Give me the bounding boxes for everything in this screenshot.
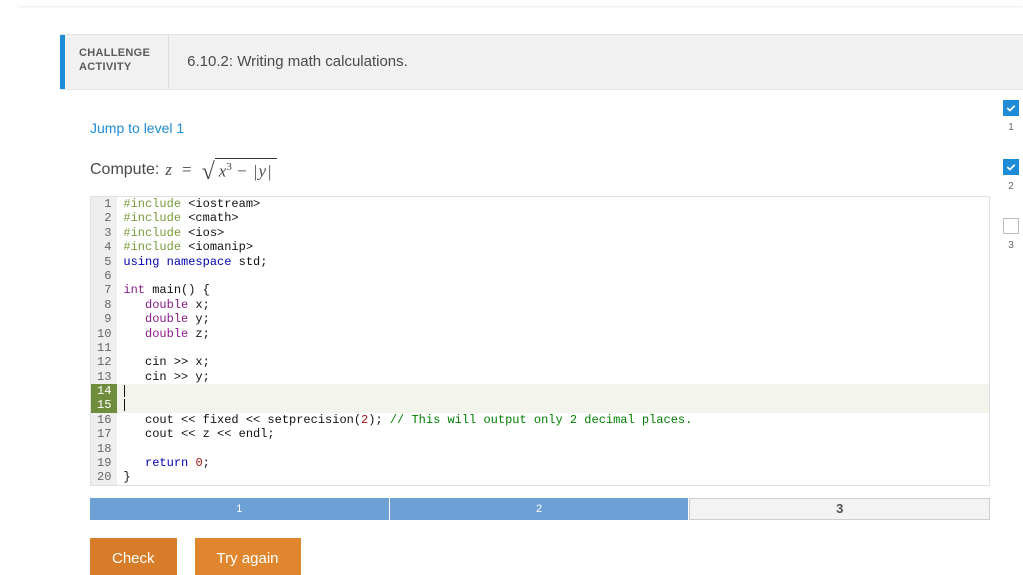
- line-number: 5: [91, 255, 117, 269]
- code-line[interactable]: cin >> x;: [117, 355, 989, 369]
- code-line[interactable]: [117, 269, 989, 283]
- line-number: 1: [91, 197, 117, 211]
- code-line[interactable]: cout << fixed << setprecision(2); // Thi…: [117, 413, 989, 427]
- sqrt-icon: √: [202, 160, 215, 184]
- code-line[interactable]: #include <iostream>: [117, 197, 989, 211]
- code-line[interactable]: [117, 398, 989, 412]
- step-3[interactable]: 3: [689, 498, 990, 520]
- code-line[interactable]: return 0;: [117, 456, 989, 470]
- code-line[interactable]: double y;: [117, 312, 989, 326]
- compute-label: Compute:: [90, 161, 159, 179]
- activity-kind-line2: ACTIVITY: [79, 61, 150, 75]
- step-swiper: 1 2 3: [90, 498, 990, 520]
- line-number: 20: [91, 470, 117, 484]
- top-divider: [18, 0, 1023, 6]
- line-number: 7: [91, 283, 117, 297]
- line-number: 11: [91, 341, 117, 355]
- line-number: 18: [91, 442, 117, 456]
- check-button[interactable]: Check: [90, 538, 177, 575]
- progress-check-2[interactable]: [1003, 159, 1019, 175]
- activity-header: CHALLENGE ACTIVITY 6.10.2: Writing math …: [60, 34, 1023, 90]
- code-line[interactable]: [117, 384, 989, 398]
- code-line[interactable]: [117, 442, 989, 456]
- rad-y: y: [258, 162, 266, 181]
- code-line[interactable]: using namespace std;: [117, 255, 989, 269]
- line-number: 15: [91, 398, 117, 412]
- progress-num-3: 3: [1008, 240, 1014, 251]
- code-line[interactable]: #include <iomanip>: [117, 240, 989, 254]
- line-number: 14: [91, 384, 117, 398]
- progress-check-3[interactable]: [1003, 218, 1019, 234]
- code-line[interactable]: double x;: [117, 298, 989, 312]
- compute-equals: =: [178, 160, 196, 180]
- line-number: 9: [91, 312, 117, 326]
- code-line[interactable]: #include <cmath>: [117, 211, 989, 225]
- button-row: Check Try again: [90, 538, 1023, 575]
- progress-num-2: 2: [1008, 181, 1014, 192]
- line-number: 12: [91, 355, 117, 369]
- progress-rail: 1 2 3: [999, 100, 1023, 251]
- check-icon: [1005, 161, 1017, 173]
- step-2[interactable]: 2: [390, 498, 690, 520]
- code-line[interactable]: double z;: [117, 327, 989, 341]
- line-number: 6: [91, 269, 117, 283]
- activity-kind-line1: CHALLENGE: [79, 47, 150, 61]
- compute-var-z: z: [165, 160, 172, 180]
- step-1[interactable]: 1: [90, 498, 390, 520]
- compute-prompt: Compute: z = √ x3 − |y|: [90, 158, 1023, 182]
- code-line[interactable]: cout << z << endl;: [117, 427, 989, 441]
- check-icon: [1005, 102, 1017, 114]
- try-again-button[interactable]: Try again: [195, 538, 301, 575]
- activity-kind: CHALLENGE ACTIVITY: [65, 35, 169, 89]
- gutter: 1234567891011121314151617181920: [91, 197, 117, 485]
- line-number: 8: [91, 298, 117, 312]
- code-line[interactable]: int main() {: [117, 283, 989, 297]
- code-line[interactable]: #include <ios>: [117, 226, 989, 240]
- line-number: 10: [91, 327, 117, 341]
- line-number: 17: [91, 427, 117, 441]
- code-body[interactable]: #include <iostream>#include <cmath>#incl…: [117, 197, 989, 485]
- compute-radicand: x3 − |y|: [215, 158, 277, 182]
- code-line[interactable]: }: [117, 470, 989, 484]
- line-number: 4: [91, 240, 117, 254]
- line-number: 16: [91, 413, 117, 427]
- jump-to-level-link[interactable]: Jump to level 1: [90, 120, 184, 136]
- line-number: 13: [91, 370, 117, 384]
- rad-minus: −: [232, 162, 252, 181]
- progress-check-1[interactable]: [1003, 100, 1019, 116]
- code-line[interactable]: [117, 341, 989, 355]
- line-number: 19: [91, 456, 117, 470]
- compute-radical: √ x3 − |y|: [202, 158, 277, 182]
- line-number: 2: [91, 211, 117, 225]
- activity-title: 6.10.2: Writing math calculations.: [169, 35, 408, 89]
- line-number: 3: [91, 226, 117, 240]
- progress-num-1: 1: [1008, 122, 1014, 133]
- code-editor[interactable]: 1234567891011121314151617181920 #include…: [90, 196, 990, 486]
- rad-bar-close: |: [266, 162, 273, 181]
- code-line[interactable]: cin >> y;: [117, 370, 989, 384]
